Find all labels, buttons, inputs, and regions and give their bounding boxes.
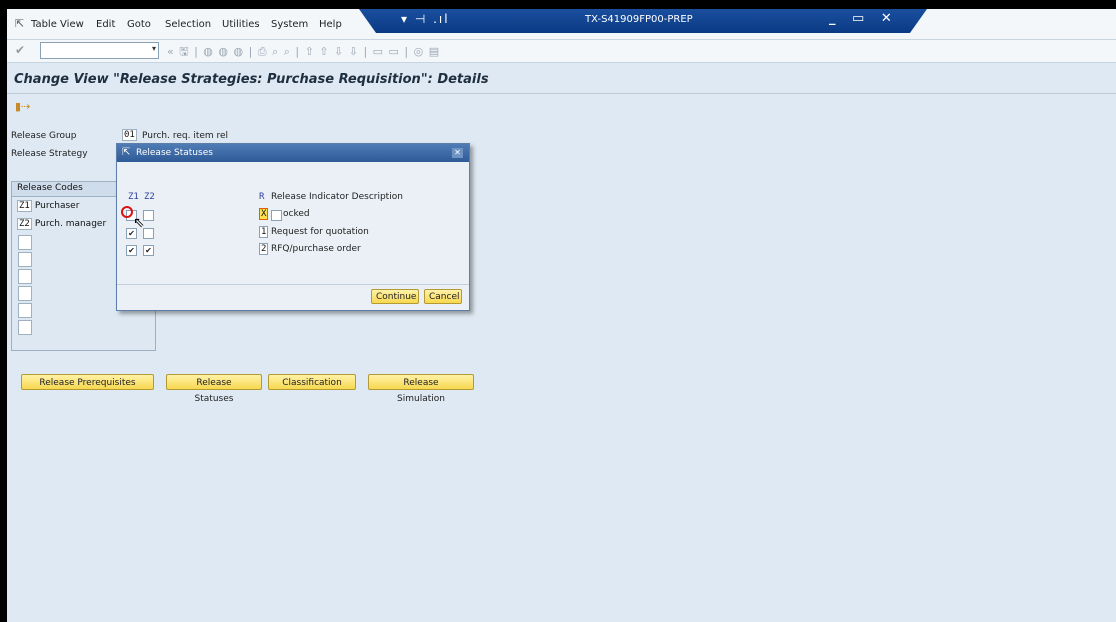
sap-gui-window: ⇱ Table View Edit Goto Selection Utiliti… — [0, 0, 1116, 622]
dialog-window-icon: ⇱ — [122, 147, 131, 158]
indicator-description-row2: Request for quotation — [271, 227, 369, 237]
table-row[interactable]: Z1 Purchaser — [17, 200, 80, 212]
menu-edit[interactable]: Edit — [96, 19, 115, 30]
release-codes-header-label: Release Codes — [17, 183, 83, 193]
release-statuses-button[interactable]: Release Statuses — [166, 374, 262, 404]
toolbar-icons[interactable]: « 🖫 | ◍ ◍ ◍ | ⎙ ⌕ ⌕ | ⇧ ⇧ ⇩ ⇩ | ▭ ▭ | ◎ … — [167, 43, 440, 62]
page-title: Change View "Release Strategies: Purchas… — [14, 72, 489, 87]
dialog-title: Release Statuses — [136, 148, 213, 158]
cancel-button[interactable]: Cancel — [424, 289, 462, 304]
title-banner: ▾ ⊣ .ıl TX-S41909FP00-PREP _ ▭ ✕ — [359, 9, 927, 33]
mouse-pointer-icon: ⇖ — [133, 215, 145, 231]
menu-goto[interactable]: Goto — [127, 19, 151, 30]
empty-row[interactable] — [18, 320, 32, 335]
standard-toolbar: ✔ ▾ « 🖫 | ◍ ◍ ◍ | ⎙ ⌕ ⌕ | ⇧ ⇧ ⇩ ⇩ | ▭ ▭ … — [7, 40, 1116, 63]
release-code-name: Purch. manager — [34, 219, 107, 229]
banner-icons[interactable]: ▾ ⊣ .ıl — [401, 12, 450, 26]
z2-checkbox-row3[interactable]: ✔ — [143, 245, 154, 256]
command-field[interactable]: ▾ — [40, 42, 159, 59]
chevron-down-icon[interactable]: ▾ — [152, 44, 156, 53]
screen-top-border — [0, 0, 1116, 9]
release-indicator-row3: 2 — [259, 243, 269, 255]
menu-help[interactable]: Help — [319, 19, 342, 30]
menu-exit-icon[interactable]: ⇱ — [15, 17, 27, 30]
dialog-divider — [117, 284, 469, 287]
release-group-code: 01 — [122, 129, 137, 141]
indicator-description-row1: ocked — [283, 209, 310, 219]
menu-system[interactable]: System — [271, 19, 308, 30]
empty-row[interactable] — [18, 235, 32, 250]
empty-row[interactable] — [18, 286, 32, 301]
menu-bar: ⇱ Table View Edit Goto Selection Utiliti… — [7, 9, 1116, 40]
indicator-description-row3: RFQ/purchase order — [271, 244, 361, 254]
window-controls[interactable]: _ ▭ ✕ — [829, 11, 898, 26]
release-indicator-row1: X — [259, 208, 269, 220]
empty-row[interactable] — [18, 252, 32, 267]
enter-check-icon[interactable]: ✔ — [15, 43, 25, 57]
release-statuses-dialog: ⇱ Release Statuses ✕ Z1 Z2 R Release Ind… — [116, 143, 470, 311]
release-group-text: Purch. req. item rel — [142, 131, 229, 141]
release-simulation-button[interactable]: Release Simulation — [368, 374, 474, 404]
release-group-label: Release Group — [11, 131, 77, 141]
release-code-name: Purchaser — [34, 201, 80, 211]
menu-utilities[interactable]: Utilities — [222, 19, 260, 30]
system-name: TX-S41909FP00-PREP — [585, 14, 693, 25]
empty-row[interactable] — [18, 269, 32, 284]
release-code: Z1 — [17, 200, 32, 212]
z1-checkbox-row3[interactable]: ✔ — [126, 245, 137, 256]
continue-button[interactable]: Continue — [371, 289, 419, 304]
release-prerequisites-button[interactable]: Release Prerequisites — [21, 374, 154, 390]
empty-row[interactable] — [18, 303, 32, 318]
table-row[interactable]: Z2 Purch. manager — [17, 218, 107, 230]
column-header-z1: Z1 — [128, 192, 139, 202]
menu-selection[interactable]: Selection — [165, 19, 211, 30]
title-divider — [7, 93, 1116, 94]
column-header-r: R — [259, 192, 265, 202]
menu-table-view[interactable]: Table View — [31, 19, 84, 30]
close-icon[interactable]: ✕ — [452, 148, 463, 158]
display-change-icon[interactable]: ▮⇢ — [15, 100, 30, 113]
dialog-title-bar: ⇱ Release Statuses ✕ — [117, 144, 469, 162]
release-strategy-label: Release Strategy — [11, 149, 88, 159]
click-indicator-icon — [121, 206, 133, 218]
release-indicator-checkbox-row1[interactable] — [271, 210, 282, 221]
release-indicator-row2: 1 — [259, 226, 269, 238]
column-header-z2: Z2 — [144, 192, 155, 202]
screen-left-border — [0, 0, 7, 622]
release-code: Z2 — [17, 218, 32, 230]
classification-button[interactable]: Classification — [268, 374, 356, 390]
column-header-description: Release Indicator Description — [271, 192, 403, 202]
